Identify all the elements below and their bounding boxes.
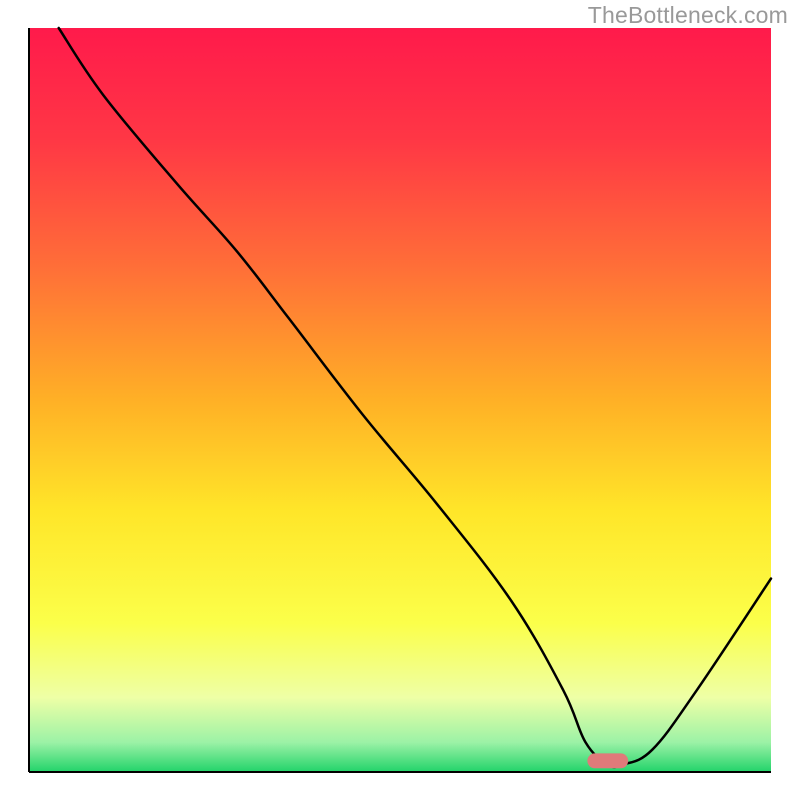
chart-container (0, 0, 800, 800)
bottleneck-chart (0, 0, 800, 800)
optimal-marker (587, 753, 628, 768)
watermark-text: TheBottleneck.com (588, 2, 788, 29)
